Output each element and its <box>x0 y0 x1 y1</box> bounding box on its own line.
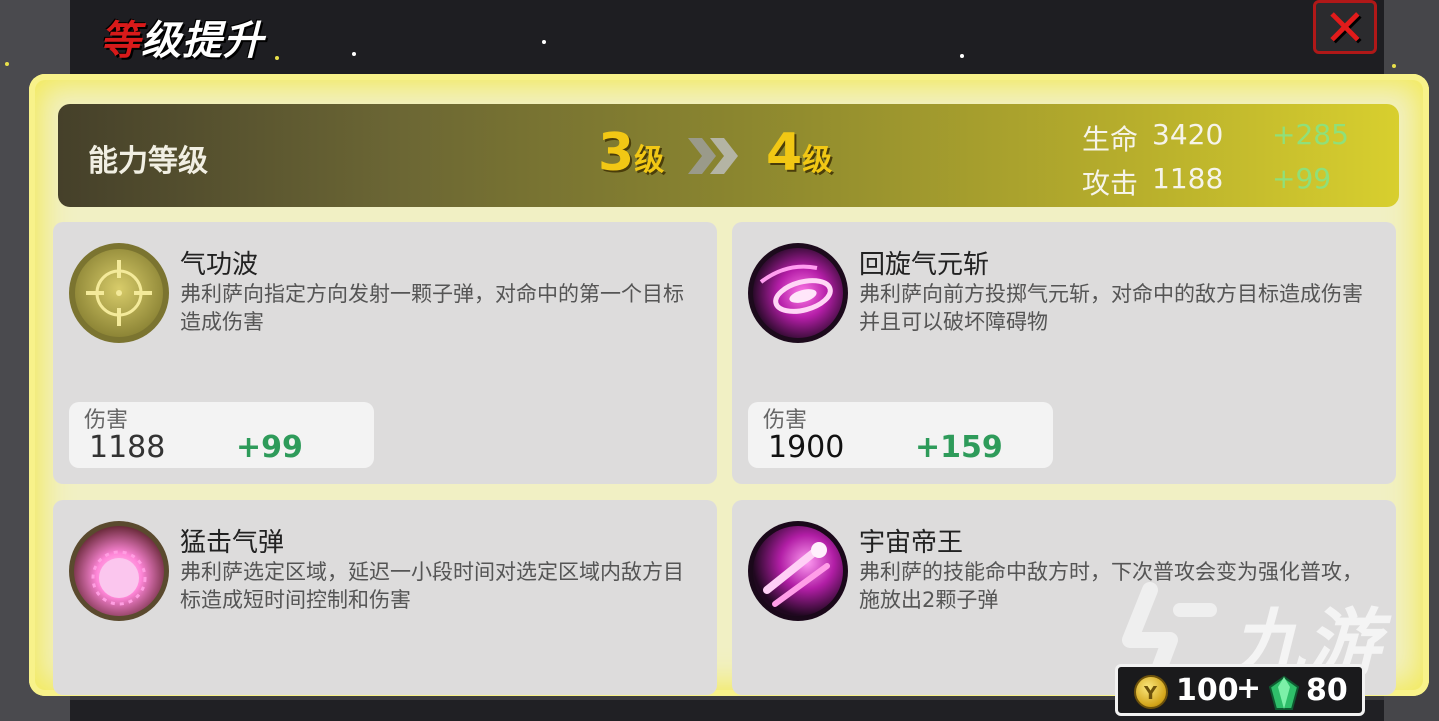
skill-name: 猛击气弹 <box>180 528 285 558</box>
skill-card[interactable]: 猛击气弹 弗利萨选定区域，延迟一小段时间对选定区域内敌方目标造成短时间控制和伤害 <box>53 500 717 695</box>
crosshair-icon <box>69 243 169 343</box>
close-button[interactable]: ✕ <box>1313 0 1377 57</box>
sparkle <box>960 54 964 58</box>
damage-value: 1900 <box>768 430 845 465</box>
damage-box: 伤害 1900 +159 <box>748 402 1053 468</box>
coin-amount: 100 <box>1176 673 1239 708</box>
skill-name: 回旋气元斩 <box>859 250 990 280</box>
skill-card[interactable]: 回旋气元斩 弗利萨向前方投掷气元斩，对命中的敌方目标造成伤害并且可以破坏障碍物 … <box>732 222 1396 484</box>
damage-bonus: +159 <box>915 430 1003 465</box>
skill-description: 弗利萨选定区域，延迟一小段时间对选定区域内敌方目标造成短时间控制和伤害 <box>180 560 684 612</box>
skill-name: 气功波 <box>180 250 259 280</box>
skill-description: 弗利萨向指定方向发射一颗子弹，对命中的第一个目标造成伤害 <box>180 282 684 334</box>
gem-amount: 80 <box>1306 673 1348 708</box>
coin-icon: Y <box>1134 675 1168 709</box>
ability-level-label: 能力等级 <box>88 144 208 179</box>
level-arrow-icon <box>688 138 738 174</box>
sparkle <box>5 62 9 66</box>
page-title: 等级提升 <box>100 8 264 66</box>
next-level: 4级 <box>766 123 832 183</box>
sparkle <box>275 56 279 60</box>
energy-disc-icon <box>748 243 848 343</box>
skill-name: 宇宙帝王 <box>859 528 964 558</box>
coin-symbol: Y <box>1144 683 1158 704</box>
attack-stat-label: 攻击 <box>1082 167 1139 200</box>
current-level-unit: 级 <box>634 143 665 178</box>
hp-stat-bonus: +285 <box>1272 118 1349 151</box>
damage-value: 1188 <box>89 430 166 465</box>
current-level-number: 3 <box>598 123 635 183</box>
attack-stat-bonus: +99 <box>1272 162 1332 195</box>
title-first-char: 等 <box>100 18 141 64</box>
header-background <box>70 0 1384 78</box>
upgrade-cost[interactable]: Y 100 + 80 <box>1115 664 1365 716</box>
skill-description: 弗利萨向前方投掷气元斩，对命中的敌方目标造成伤害并且可以破坏障碍物 <box>859 282 1363 334</box>
hp-stat-value: 3420 <box>1152 118 1224 151</box>
damage-box: 伤害 1188 +99 <box>69 402 374 468</box>
next-level-number: 4 <box>766 123 803 183</box>
attack-stat-value: 1188 <box>1152 162 1224 195</box>
next-level-unit: 级 <box>802 143 833 178</box>
skill-card[interactable]: 气功波 弗利萨向指定方向发射一颗子弹，对命中的第一个目标造成伤害 伤害 1188… <box>53 222 717 484</box>
sparkle <box>352 52 356 56</box>
current-level: 3级 <box>598 123 664 183</box>
title-rest: 级提升 <box>141 18 264 64</box>
close-icon: ✕ <box>1324 0 1366 57</box>
energy-bullets-icon <box>748 521 848 621</box>
sparkle <box>542 40 546 44</box>
plus-sign: + <box>1236 671 1262 706</box>
hp-stat-label: 生命 <box>1082 123 1139 156</box>
gem-icon <box>1268 675 1300 710</box>
damage-bonus: +99 <box>236 430 303 465</box>
sparkle <box>1392 64 1396 68</box>
energy-ball-icon <box>69 521 169 621</box>
